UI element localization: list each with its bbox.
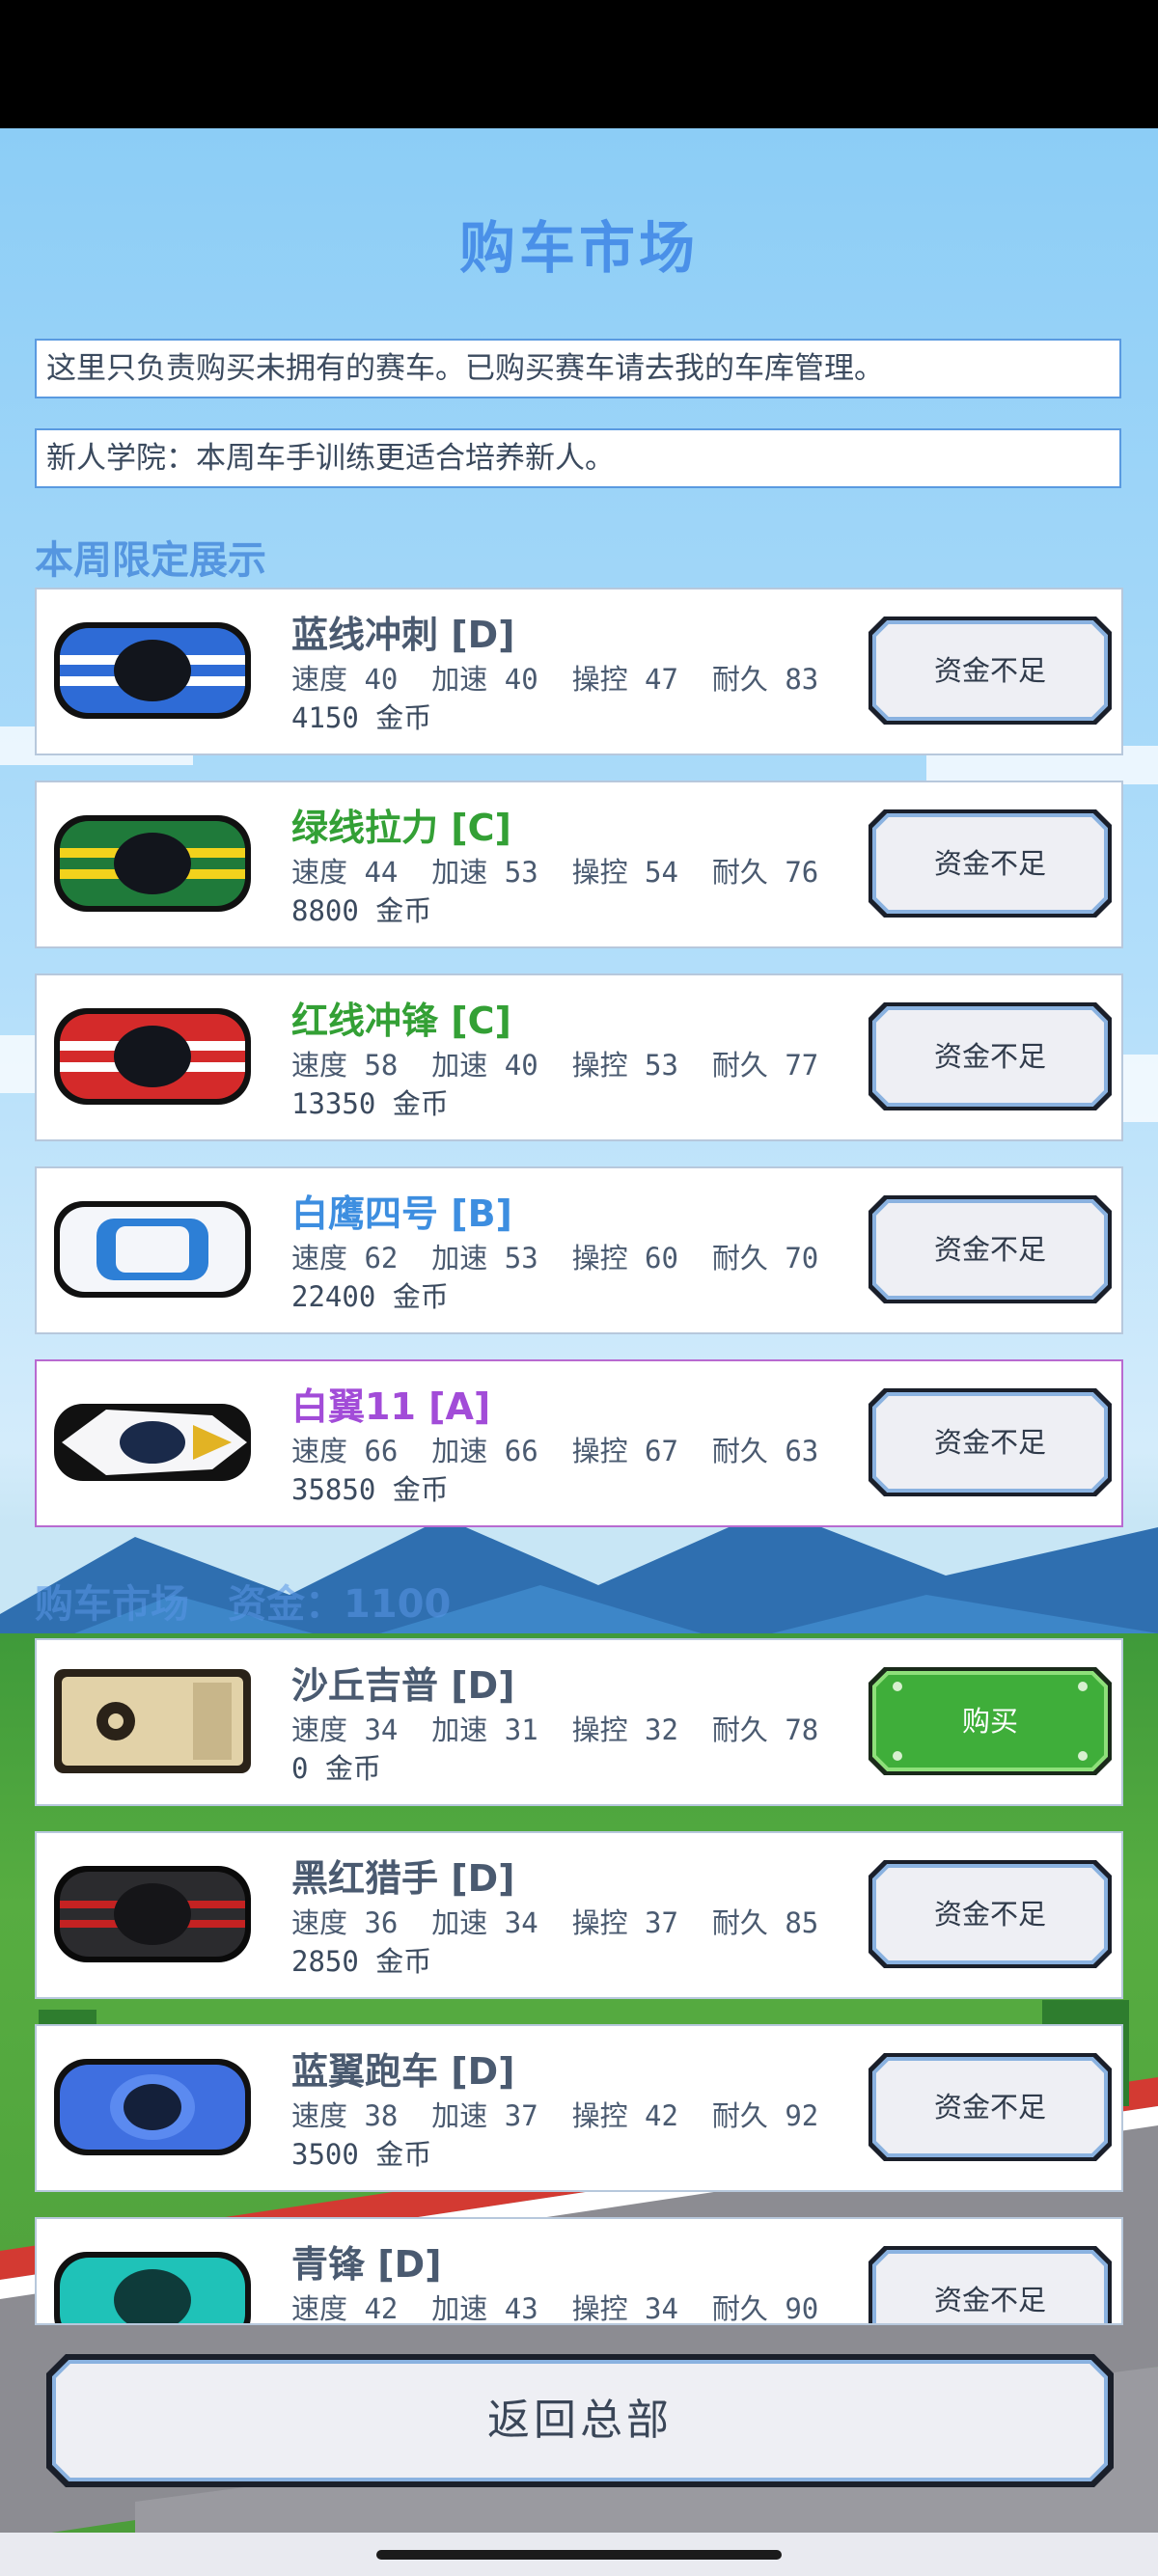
button-label: 资金不足	[933, 1898, 1046, 1931]
insufficient-funds-button[interactable]: 资金不足	[868, 2246, 1112, 2323]
car-name: 蓝翼跑车 [D]	[291, 2050, 515, 2093]
car-card-market-4: 青锋 [D] 速度 42 加速 43 操控 34 耐久 90 资金不足	[35, 2217, 1123, 2325]
button-label: 购买	[961, 1705, 1018, 1738]
car-card-featured-3: 红线冲锋 [C] 速度 58 加速 40 操控 53 耐久 77 13350 金…	[35, 973, 1123, 1141]
car-card-featured-4: 白鹰四号 [B] 速度 62 加速 53 操控 60 耐久 70 22400 金…	[35, 1166, 1123, 1334]
garage-notice: 这里只负责购买未拥有的赛车。已购买赛车请去我的车库管理。	[35, 339, 1121, 398]
car-stats: 速度 44 加速 53 操控 54 耐久 76	[291, 856, 819, 889]
car-stats: 速度 34 加速 31 操控 32 耐久 78	[291, 1713, 819, 1746]
market-section-title: 购车市场 资金：1100	[35, 1582, 452, 1627]
car-stats: 速度 62 加速 53 操控 60 耐久 70	[291, 1242, 819, 1274]
button-label: 资金不足	[933, 847, 1046, 880]
home-indicator[interactable]	[376, 2550, 782, 2560]
insufficient-funds-button[interactable]: 资金不足	[868, 1002, 1112, 1110]
insufficient-funds-button[interactable]: 资金不足	[868, 2053, 1112, 2161]
dune-jeep-icon	[54, 1669, 251, 1773]
insufficient-funds-button[interactable]: 资金不足	[868, 1388, 1112, 1496]
car-name: 绿线拉力 [C]	[291, 807, 511, 849]
car-price: 8800 金币	[291, 894, 432, 927]
button-label: 资金不足	[933, 2091, 1046, 2124]
black-red-car-icon	[54, 1866, 251, 1962]
car-stats: 速度 42 加速 43 操控 34 耐久 90	[291, 2292, 819, 2325]
status-bar	[0, 0, 1158, 128]
car-card-featured-2: 绿线拉力 [C] 速度 44 加速 53 操控 54 耐久 76 8800 金币…	[35, 781, 1123, 948]
teal-car-icon	[54, 2252, 251, 2323]
car-price: 35850 金币	[291, 1473, 449, 1506]
car-name: 蓝线冲刺 [D]	[291, 614, 515, 656]
back-to-hq-button[interactable]: 返回总部	[46, 2354, 1114, 2487]
white-car-icon	[54, 1201, 251, 1298]
car-name: 白鹰四号 [B]	[291, 1192, 512, 1235]
button-label: 资金不足	[933, 1233, 1046, 1266]
insufficient-funds-button[interactable]: 资金不足	[868, 1860, 1112, 1968]
car-stats: 速度 66 加速 66 操控 67 耐久 63	[291, 1435, 819, 1467]
insufficient-funds-button[interactable]: 资金不足	[868, 809, 1112, 918]
car-card-market-1: 沙丘吉普 [D] 速度 34 加速 31 操控 32 耐久 78 0 金币 购买	[35, 1638, 1123, 1806]
car-price: 4150 金币	[291, 701, 432, 734]
car-price: 2850 金币	[291, 1945, 432, 1978]
car-price: 0 金币	[291, 1752, 381, 1785]
car-card-market-2: 黑红猎手 [D] 速度 36 加速 34 操控 37 耐久 85 2850 金币…	[35, 1831, 1123, 1999]
car-stats: 速度 58 加速 40 操控 53 耐久 77	[291, 1049, 819, 1082]
car-stats: 速度 36 加速 34 操控 37 耐久 85	[291, 1906, 819, 1939]
car-card-featured-5: 白翼11 [A] 速度 66 加速 66 操控 67 耐久 63 35850 金…	[35, 1359, 1123, 1527]
car-card-market-3: 蓝翼跑车 [D] 速度 38 加速 37 操控 42 耐久 92 3500 金币…	[35, 2024, 1123, 2192]
button-label: 资金不足	[933, 1426, 1046, 1459]
button-label: 资金不足	[933, 2284, 1046, 2316]
car-name: 青锋 [D]	[291, 2243, 442, 2286]
car-name: 红线冲锋 [C]	[291, 1000, 511, 1042]
buy-button[interactable]: 购买	[868, 1667, 1112, 1775]
car-price: 22400 金币	[291, 1280, 449, 1313]
car-price: 13350 金币	[291, 1087, 449, 1120]
car-stats: 速度 40 加速 40 操控 47 耐久 83	[291, 663, 819, 696]
page-title: 购车市场	[458, 215, 699, 281]
car-price: 3500 金币	[291, 2138, 432, 2171]
red-striped-car-icon	[54, 1008, 251, 1105]
car-stats: 速度 38 加速 37 操控 42 耐久 92	[291, 2099, 819, 2132]
white-formula-car-icon	[54, 1404, 251, 1481]
featured-section-title: 本周限定展示	[35, 538, 266, 583]
blue-sports-car-icon	[54, 2059, 251, 2155]
green-rally-car-icon	[54, 815, 251, 912]
car-name: 白翼11 [A]	[291, 1385, 491, 1428]
car-name: 黑红猎手 [D]	[291, 1857, 515, 1900]
button-label: 返回总部	[487, 2396, 673, 2445]
insufficient-funds-button[interactable]: 资金不足	[868, 1195, 1112, 1303]
car-card-featured-1: 蓝线冲刺 [D] 速度 40 加速 40 操控 47 耐久 83 4150 金币…	[35, 588, 1123, 755]
insufficient-funds-button[interactable]: 资金不足	[868, 617, 1112, 725]
car-name: 沙丘吉普 [D]	[291, 1664, 515, 1707]
button-label: 资金不足	[933, 654, 1046, 687]
blue-striped-car-icon	[54, 622, 251, 719]
academy-notice: 新人学院：本周车手训练更适合培养新人。	[35, 428, 1121, 488]
button-label: 资金不足	[933, 1040, 1046, 1073]
